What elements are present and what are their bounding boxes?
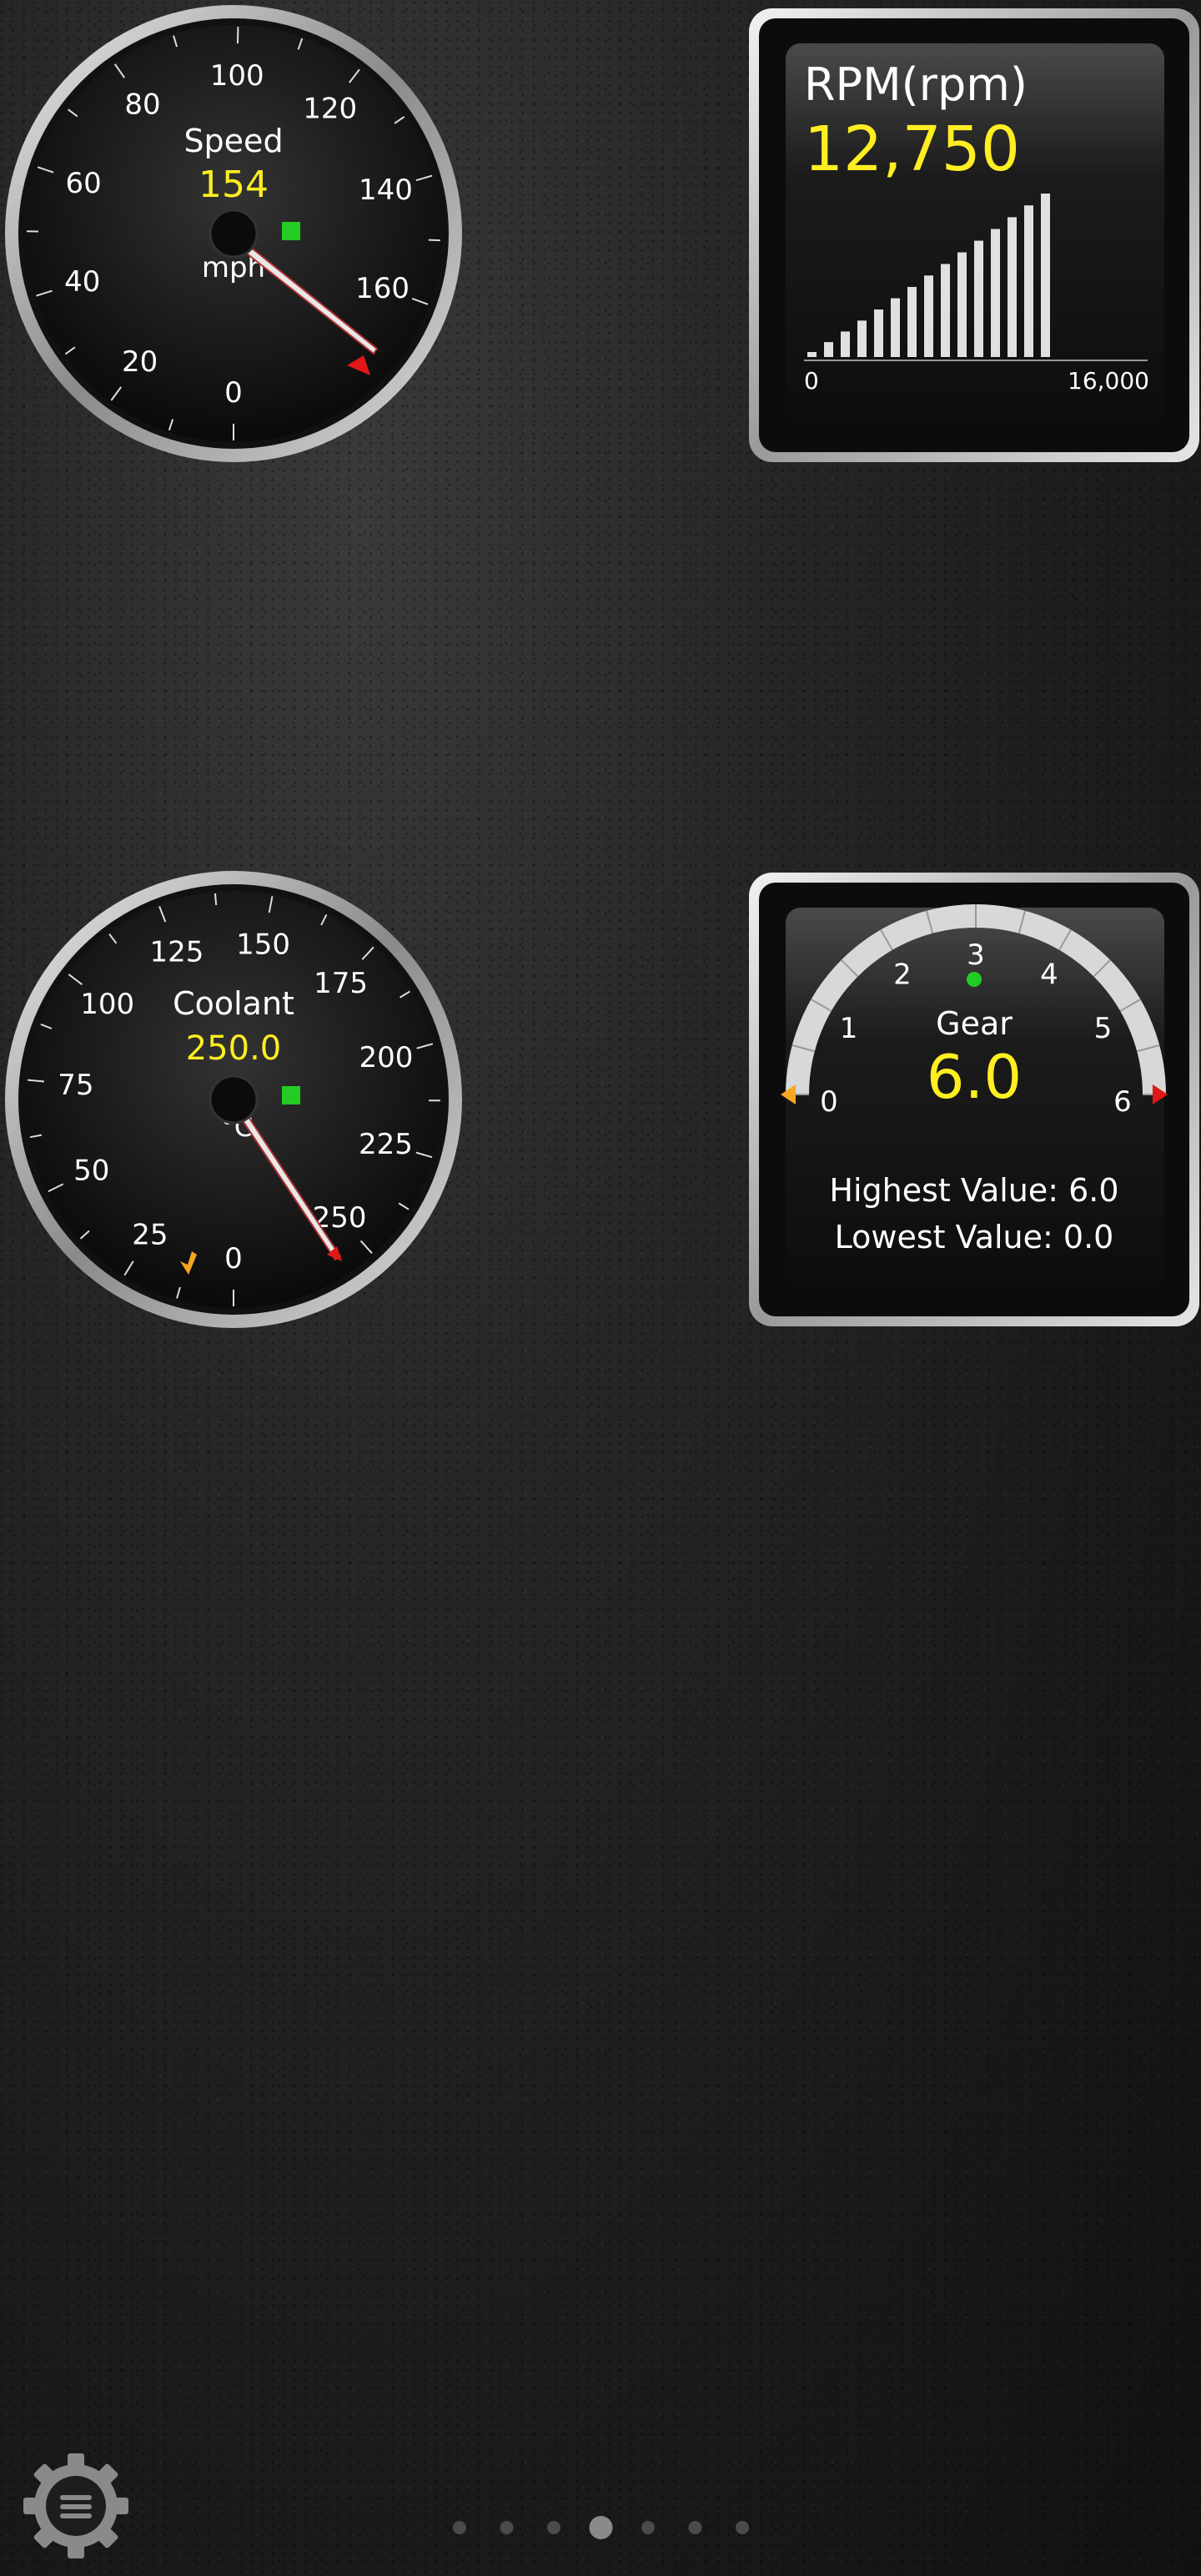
page-dot[interactable] bbox=[547, 2521, 560, 2534]
coolant-scale-label: 0 bbox=[224, 1242, 243, 1275]
coolant-value: 250.0 bbox=[186, 1029, 282, 1068]
speed-scale-label: 20 bbox=[122, 345, 158, 379]
settings-menu-button[interactable] bbox=[18, 2448, 133, 2563]
gear-scale-label: 4 bbox=[1040, 958, 1058, 992]
speed-scale-label: 160 bbox=[355, 272, 410, 305]
page-dot[interactable] bbox=[500, 2521, 514, 2534]
page-dot[interactable] bbox=[641, 2521, 655, 2534]
rpm-bar bbox=[991, 229, 1000, 357]
speed-scale-label: 120 bbox=[303, 92, 357, 125]
speed-status-indicator bbox=[282, 222, 300, 240]
coolant-scale-label: 125 bbox=[149, 936, 204, 969]
speed-scale-label: 0 bbox=[224, 376, 243, 410]
rpm-bar bbox=[974, 240, 983, 357]
page-dot-active[interactable] bbox=[589, 2516, 613, 2539]
rpm-bar bbox=[941, 264, 950, 357]
coolant-scale-label: 150 bbox=[236, 928, 290, 961]
rpm-bar bbox=[857, 320, 867, 357]
rpm-title: RPM(rpm) bbox=[804, 58, 1028, 111]
rpm-gauge-face: RPM(rpm) 12,750 0 16,000 bbox=[749, 8, 1199, 462]
page-indicator[interactable] bbox=[0, 2511, 1201, 2544]
speed-scale-label: 140 bbox=[359, 174, 413, 207]
speed-value: 154 bbox=[198, 164, 269, 206]
gear-gauge-face: 0 1 2 3 4 5 6 Gear 6.0 Highest Value: 6.0 Lowe… bbox=[749, 873, 1199, 1326]
speed-needle-hub bbox=[209, 209, 259, 259]
gear-scale-label: 0 bbox=[820, 1085, 838, 1119]
speed-gauge-face: 020406080100120140160 Speed 154 mph bbox=[5, 5, 462, 462]
page-dot[interactable] bbox=[736, 2521, 749, 2534]
coolant-needle-hub bbox=[209, 1074, 259, 1124]
speed-gauge[interactable]: 0 20 40 60 80 100 120 140 160 Speed 154 mph bbox=[0, 0, 467, 467]
gear-gauge[interactable]: 0 1 2 3 4 5 6 Gear 6.0 Highest Value: 6.0 Lowe… bbox=[747, 871, 1201, 1328]
gear-highest-value: Highest Value: 6.0 bbox=[829, 1172, 1118, 1209]
rpm-axis-min: 0 bbox=[804, 367, 819, 395]
coolant-scale-label: 200 bbox=[359, 1041, 414, 1074]
rpm-axis-max: 16,000 bbox=[1068, 367, 1149, 395]
coolant-gauge-face: 0255075100125 150175200225250 Coolant 250… bbox=[5, 871, 462, 1328]
gear-scale-label: 2 bbox=[893, 958, 912, 992]
rpm-value: 12,750 bbox=[804, 113, 1020, 185]
gear-value: 6.0 bbox=[927, 1042, 1023, 1112]
page-dot[interactable] bbox=[688, 2521, 702, 2534]
coolant-scale-label: 175 bbox=[314, 967, 368, 1000]
gear-lowest-value: Lowest Value: 0.0 bbox=[835, 1219, 1114, 1255]
coolant-gauge[interactable]: 0 25 50 75 100 125 150 175 200 225 250 Coolant 250… bbox=[0, 866, 467, 1333]
rpm-gauge[interactable]: RPM(rpm) 12,750 0 16,000 bbox=[747, 7, 1201, 464]
rpm-bar bbox=[957, 252, 967, 357]
speed-scale-label: 60 bbox=[65, 167, 101, 200]
speed-scale-label: 80 bbox=[124, 88, 160, 121]
gear-scale-label: 6 bbox=[1113, 1085, 1132, 1119]
coolant-scale-label: 25 bbox=[132, 1218, 168, 1251]
coolant-scale-label: 50 bbox=[73, 1154, 109, 1187]
rpm-bar bbox=[841, 331, 850, 357]
speed-label: Speed bbox=[183, 123, 283, 159]
coolant-scale-label: 100 bbox=[80, 988, 134, 1021]
coolant-scale-label: 225 bbox=[359, 1128, 413, 1161]
speed-scale-label: 100 bbox=[210, 59, 264, 93]
gear-status-indicator bbox=[967, 972, 982, 987]
page-dot[interactable] bbox=[453, 2521, 466, 2534]
coolant-scale-label: 75 bbox=[58, 1069, 93, 1102]
coolant-status-indicator bbox=[282, 1086, 300, 1104]
rpm-bar bbox=[824, 342, 833, 357]
coolant-label: Coolant bbox=[173, 985, 294, 1022]
rpm-bar bbox=[1008, 217, 1017, 357]
rpm-bar bbox=[924, 275, 933, 357]
rpm-bar bbox=[874, 309, 883, 357]
speed-scale-label: 40 bbox=[64, 265, 100, 299]
settings-gear-menu-icon bbox=[23, 2453, 128, 2558]
rpm-bar bbox=[907, 286, 917, 357]
rpm-bar bbox=[891, 298, 900, 357]
rpm-bar bbox=[1024, 205, 1033, 357]
gear-label: Gear bbox=[936, 1005, 1013, 1042]
rpm-bar bbox=[1041, 194, 1050, 357]
coolant-tick bbox=[214, 893, 218, 906]
gear-scale-label: 5 bbox=[1094, 1012, 1113, 1045]
gear-scale-label: 1 bbox=[840, 1012, 858, 1045]
gear-scale-label: 3 bbox=[967, 938, 985, 972]
rpm-bar bbox=[807, 352, 817, 357]
